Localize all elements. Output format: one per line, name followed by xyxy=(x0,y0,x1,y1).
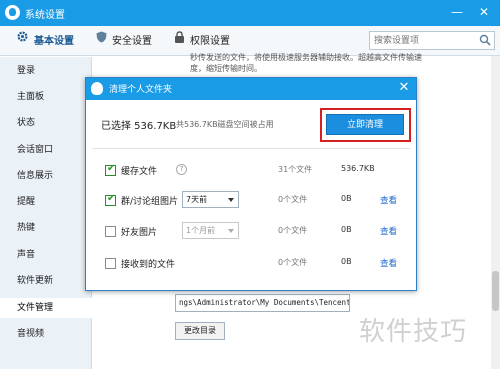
sidebar-item-software-update[interactable]: 软件更新 xyxy=(0,271,92,291)
scrollbar-thumb[interactable] xyxy=(492,271,499,311)
list-item-friend-images: 好友图片 1个月前 0个文件 0B 查看 xyxy=(86,222,416,242)
lock-icon xyxy=(174,26,185,56)
group-images-age-select[interactable]: 7天前 xyxy=(182,191,239,208)
dialog-title-bar: 清理个人文件夹 ✕ xyxy=(86,78,416,100)
sidebar: 登录 主面板 状态 会话窗口 信息展示 提醒 热键 声音 软件更新 文件管理 音… xyxy=(0,57,92,369)
clean-folder-dialog: 清理个人文件夹 ✕ 已选择 536.7KB 共536.7KB磁盘空间被占用 立即… xyxy=(85,77,417,291)
selected-size-label: 已选择 536.7KB xyxy=(101,121,177,132)
sidebar-item-login[interactable]: 登录 xyxy=(0,61,92,81)
dialog-close-button[interactable]: ✕ xyxy=(397,80,411,96)
download-path-field[interactable]: ngs\Administrator\My Documents\Tencent xyxy=(175,294,350,312)
watermark: 软件技巧 xyxy=(359,317,468,347)
close-button[interactable]: ✕ xyxy=(475,3,493,21)
file-count: 0个文件 xyxy=(278,195,308,204)
transfer-description-line-2: 度，缩短传输时间。 xyxy=(190,64,262,73)
sidebar-item-file-management[interactable]: 文件管理 xyxy=(0,298,92,318)
tab-basic-settings[interactable]: 基本设置 xyxy=(16,26,74,56)
sidebar-item-main-panel[interactable]: 主面板 xyxy=(0,87,92,107)
friend-images-age-select[interactable]: 1个月前 xyxy=(182,222,239,239)
file-count: 31个文件 xyxy=(278,165,313,174)
qq-logo-icon xyxy=(5,5,20,20)
select-value: 7天前 xyxy=(186,195,208,204)
select-value: 1个月前 xyxy=(186,226,216,235)
search-icon[interactable] xyxy=(479,34,491,49)
sidebar-item-info-display[interactable]: 信息展示 xyxy=(0,166,92,186)
tab-security-settings[interactable]: 安全设置 xyxy=(96,26,152,56)
help-icon[interactable]: ? xyxy=(176,164,187,175)
shield-icon xyxy=(96,26,107,56)
row-label: 缓存文件 xyxy=(121,167,158,177)
row-label: 接收到的文件 xyxy=(121,260,176,270)
file-count: 0个文件 xyxy=(278,226,308,235)
sidebar-item-status[interactable]: 状态 xyxy=(0,113,92,133)
file-count: 0个文件 xyxy=(278,258,308,267)
sidebar-item-audio-video[interactable]: 音视频 xyxy=(0,324,92,344)
scrollbar[interactable] xyxy=(491,56,500,369)
file-size: 0B xyxy=(341,257,352,266)
file-size: 536.7KB xyxy=(341,164,375,173)
sidebar-item-reminder[interactable]: 提醒 xyxy=(0,192,92,212)
transfer-description-line-1: 秒传发送的文件，将使用极速服务器辅助接收。超越高文件传输速 xyxy=(190,53,422,62)
sidebar-item-sound[interactable]: 声音 xyxy=(0,245,92,265)
list-item-group-images: 群/讨论组图片 7天前 0个文件 0B 查看 xyxy=(86,191,416,211)
chevron-down-icon xyxy=(228,198,234,202)
tab-basic-settings-label: 基本设置 xyxy=(34,36,74,47)
friend-images-checkbox[interactable] xyxy=(105,226,116,237)
gear-icon xyxy=(16,26,29,56)
list-item-received-files: 接收到的文件 0个文件 0B 查看 xyxy=(86,254,416,274)
group-images-checkbox[interactable] xyxy=(105,193,116,206)
cache-files-checkbox[interactable] xyxy=(105,163,116,176)
search-box[interactable] xyxy=(369,31,495,50)
view-link[interactable]: 查看 xyxy=(380,194,397,206)
disk-usage-label: 共536.7KB磁盘空间被占用 xyxy=(176,120,274,129)
tab-security-settings-label: 安全设置 xyxy=(112,36,152,47)
tab-permission-settings-label: 权限设置 xyxy=(190,36,230,47)
chevron-down-icon xyxy=(228,229,234,233)
divider xyxy=(92,148,410,149)
file-size: 0B xyxy=(341,225,352,234)
sidebar-item-chat-window[interactable]: 会话窗口 xyxy=(0,140,92,160)
title-bar: 系统设置 — ✕ xyxy=(0,0,500,26)
list-item-cache-files: 缓存文件 ? 31个文件 536.7KB xyxy=(86,161,416,181)
row-label: 好友图片 xyxy=(121,228,158,238)
transfer-description: 秒传发送的文件，将使用极速服务器辅助接收。超越高文件传输速 度，缩短传输时间。 xyxy=(190,52,490,74)
sidebar-item-hotkeys[interactable]: 热键 xyxy=(0,218,92,238)
received-files-checkbox[interactable] xyxy=(105,258,116,269)
window-title: 系统设置 xyxy=(25,10,65,21)
minimize-button[interactable]: — xyxy=(448,3,466,21)
row-label: 群/讨论组图片 xyxy=(121,197,179,207)
qq-logo-icon xyxy=(91,82,103,95)
file-size: 0B xyxy=(341,194,352,203)
dialog-title: 清理个人文件夹 xyxy=(109,85,173,95)
change-directory-button[interactable]: 更改目录 xyxy=(175,322,225,340)
search-input[interactable] xyxy=(370,32,474,49)
view-link[interactable]: 查看 xyxy=(380,225,397,237)
clean-now-button[interactable]: 立即清理 xyxy=(326,114,404,135)
view-link[interactable]: 查看 xyxy=(380,257,397,269)
